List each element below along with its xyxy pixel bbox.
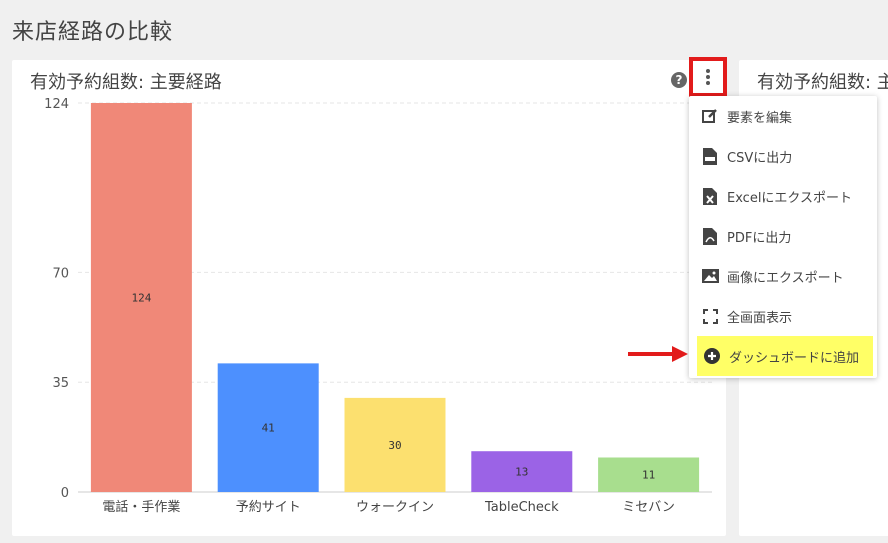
second-chart-card-title: 有効予約組数: 主 (757, 72, 888, 93)
excel-file-icon (701, 187, 719, 205)
y-tick-label: 0 (61, 486, 69, 501)
x-tick-label: 電話・手作業 (102, 499, 180, 515)
image-icon (701, 267, 719, 285)
menu-item-label: PDFに出力 (727, 230, 792, 246)
bar-chart: 0 35 70 124 124 電話・手作業 41 予約サイト 30 ウォークイン 13 TableC… (44, 97, 712, 515)
y-tick-label: 70 (52, 266, 69, 281)
menu-item-label: Excelにエクスポート (727, 190, 853, 206)
fullscreen-icon (701, 307, 719, 325)
x-tick-label: ウォークイン (356, 500, 434, 515)
menu-item-image-export[interactable]: 画像にエクスポート (689, 258, 877, 294)
menu-item-edit[interactable]: 要素を編集 (689, 98, 877, 134)
y-tick-label: 35 (52, 376, 69, 391)
menu-item-pdf[interactable]: PDFに出力 (689, 218, 877, 254)
bar-data-label: 11 (642, 469, 655, 482)
chart-card: 有効予約組数: 主要経路 ? 0 35 70 124 124 電話・手作業 41 予約サイト 3… (12, 57, 727, 536)
options-dropdown-menu: 要素を編集 CSVに出力 Excelにエクスポート PDFに出力 画像にエクスポ… (689, 96, 877, 378)
page-title: 来店経路の比較 (12, 20, 174, 45)
bar-data-label: 30 (388, 439, 401, 452)
red-arrow-annotation (628, 346, 688, 362)
menu-item-label: 要素を編集 (727, 110, 793, 126)
pdf-file-icon (701, 227, 719, 245)
y-tick-label: 124 (44, 97, 69, 112)
bar-data-label: 13 (515, 466, 528, 479)
x-tick-label: TableCheck (484, 500, 559, 515)
menu-item-label: 画像にエクスポート (727, 270, 844, 286)
menu-item-add-to-dashboard[interactable]: ダッシュボードに追加 (697, 336, 873, 376)
x-tick-label: ミセバン (622, 500, 675, 515)
menu-item-fullscreen[interactable]: 全画面表示 (689, 298, 877, 334)
menu-item-excel[interactable]: Excelにエクスポート (689, 178, 877, 214)
menu-item-label: 全画面表示 (727, 310, 793, 326)
menu-item-label: CSVに出力 (727, 150, 793, 166)
csv-file-icon (701, 147, 719, 165)
plus-circle-icon (703, 347, 721, 365)
edit-icon (701, 107, 719, 125)
menu-item-csv[interactable]: CSVに出力 (689, 138, 877, 174)
bar-data-label: 124 (131, 292, 151, 305)
bar-data-label: 41 (262, 422, 275, 435)
x-tick-label: 予約サイト (236, 500, 301, 515)
menu-item-label: ダッシュボードに追加 (729, 350, 860, 366)
